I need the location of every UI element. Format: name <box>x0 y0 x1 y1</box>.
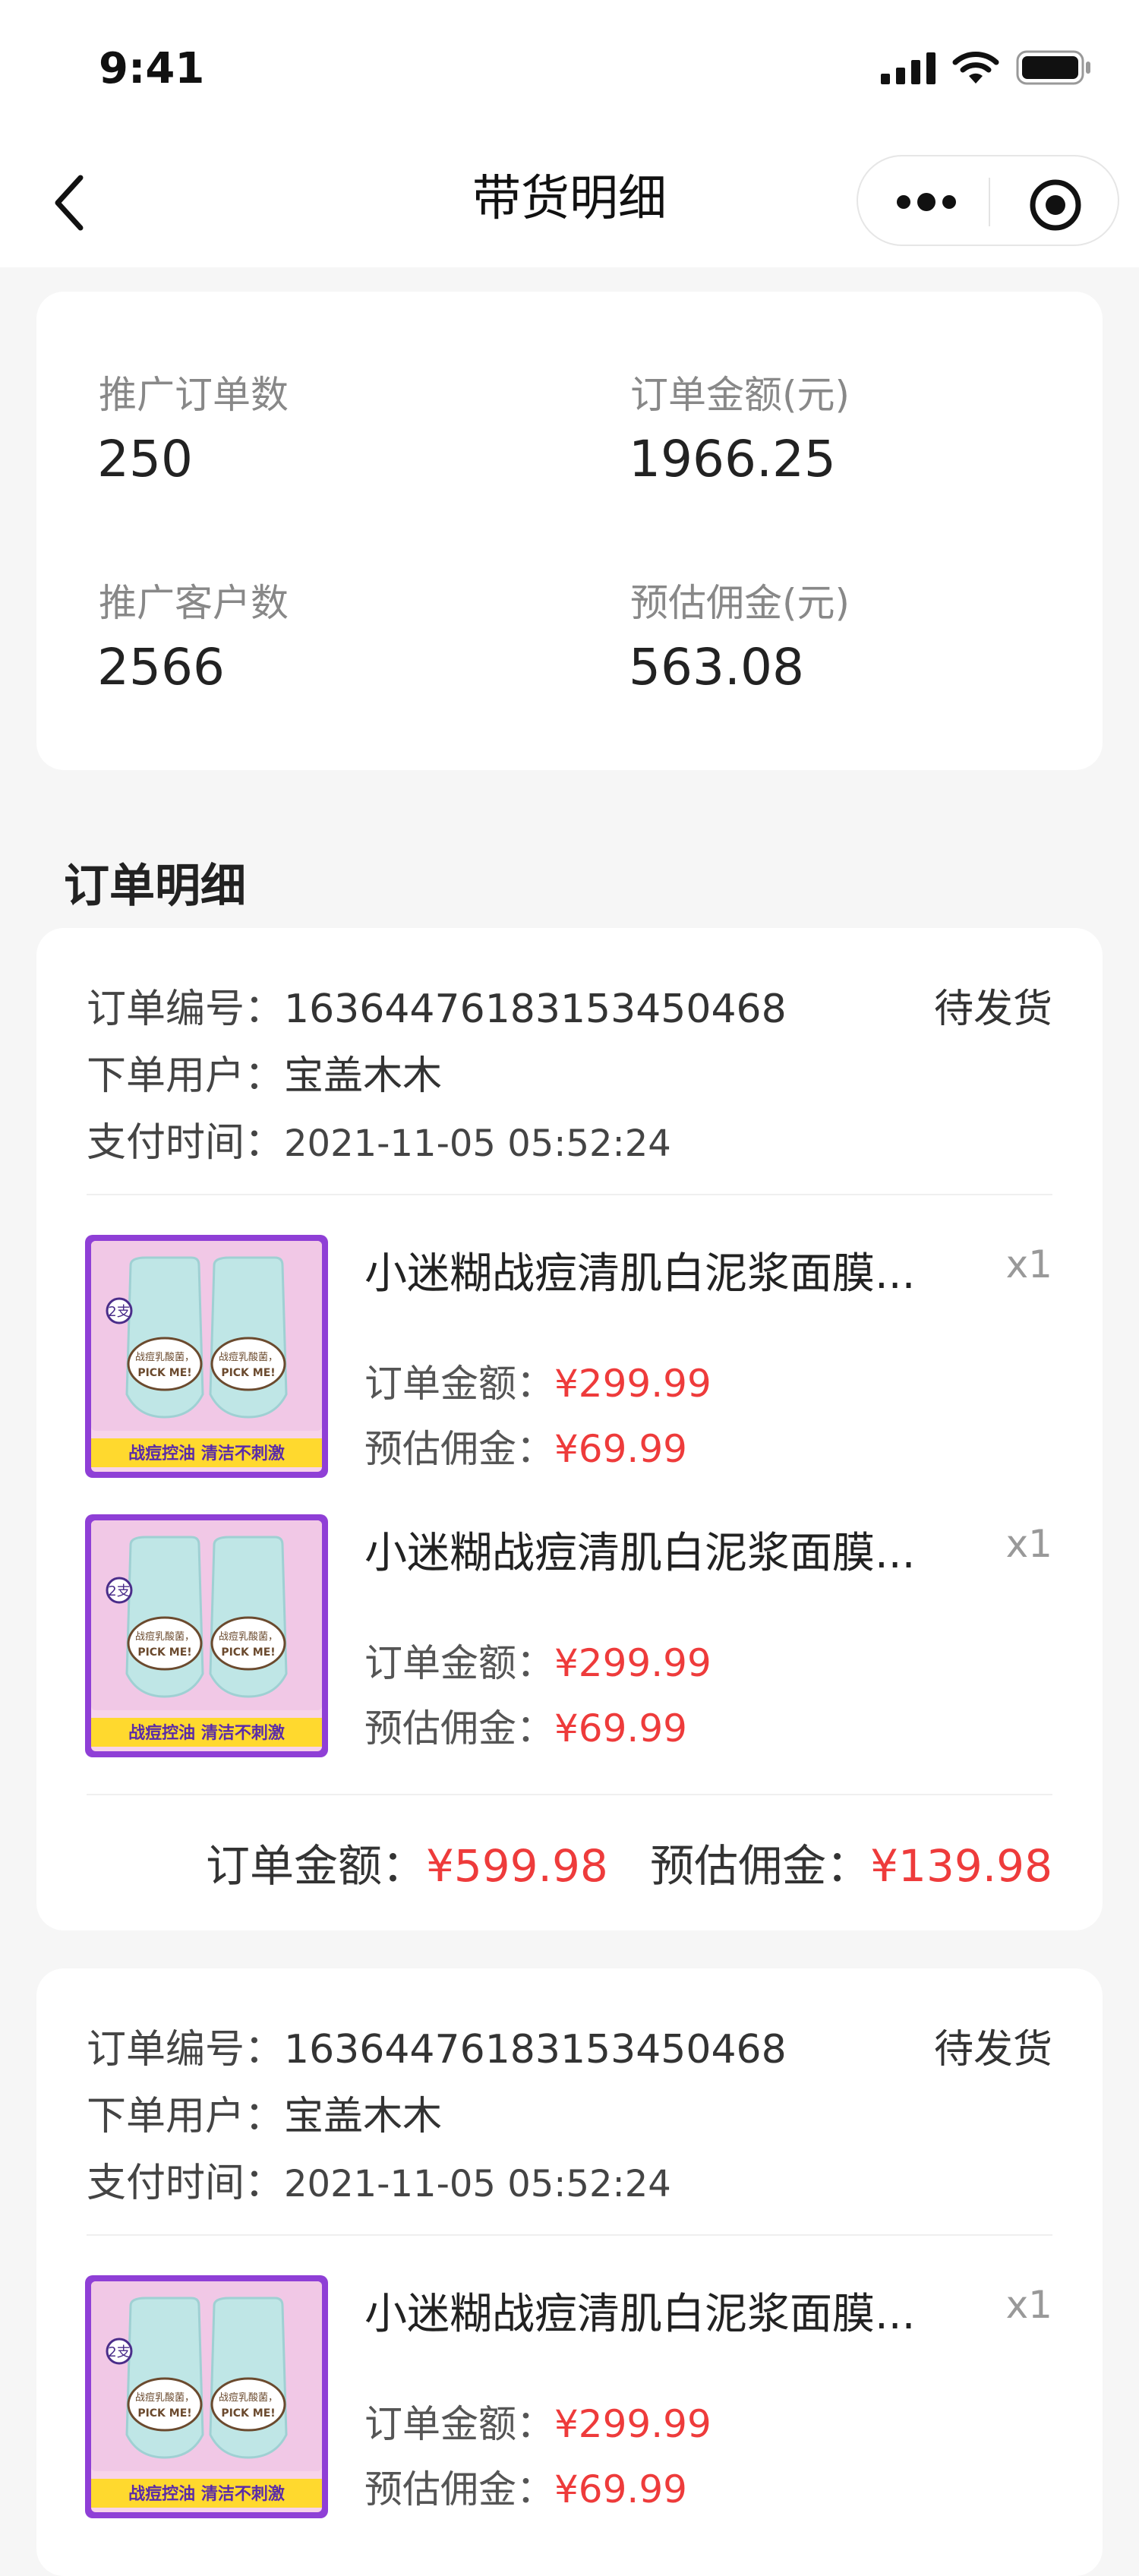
banner-text: 战痘控油 清洁不刺激 <box>128 1444 285 1463</box>
item-commission-value: ¥69.99 <box>554 1706 687 1750</box>
mini-program-capsule <box>857 155 1119 246</box>
item-amount-label: 订单金额： <box>364 1362 554 1406</box>
product-name[interactable]: 小迷糊战痘清肌白泥浆面膜... <box>364 2280 987 2341</box>
product-quantity: x1 <box>1005 1522 1052 1566</box>
order-number-value: 16364476183153450468 <box>284 2027 787 2072</box>
pay-time-label: 支付时间： <box>87 2161 285 2206</box>
item-amount-row: 订单金额：¥299.99 <box>364 1353 711 1408</box>
item-commission-row: 预估佣金：¥69.99 <box>364 2459 687 2514</box>
bubble-text-3: 战痘乳酸菌， <box>219 1631 278 1643</box>
bubble-text-4: PICK ME! <box>221 1646 275 1659</box>
stat-customers-label: 推广客户数 <box>99 581 289 625</box>
product-image-art: 2支 战痘乳酸菌， PICK ME! 战痘乳酸菌， PICK ME! 战痘控油 … <box>85 2275 328 2518</box>
product-name[interactable]: 小迷糊战痘清肌白泥浆面膜... <box>364 1239 987 1301</box>
stat-customers-value: 2566 <box>97 638 225 696</box>
item-amount-row: 订单金额：¥299.99 <box>364 2394 711 2448</box>
item-amount-row: 订单金额：¥299.99 <box>364 1633 711 1687</box>
badge-text: 2支 <box>108 2344 130 2360</box>
order-pay-time-row: 支付时间：2021-11-05 05:52:24 <box>87 1110 671 1167</box>
more-icon[interactable] <box>896 184 957 220</box>
item-amount-label: 订单金额： <box>364 1641 554 1685</box>
item-amount-value: ¥299.99 <box>554 2402 711 2446</box>
close-target-icon[interactable] <box>1028 178 1083 232</box>
product-image[interactable]: 2支 战痘乳酸菌， PICK ME! 战痘乳酸菌， PICK ME! 战痘控油 … <box>85 1235 328 1478</box>
stat-commission-label: 预估佣金(元) <box>630 581 850 625</box>
bubble-text-1: 战痘乳酸菌， <box>135 2392 194 2404</box>
order-user-value: 宝盖木木 <box>284 1053 443 1099</box>
status-time: 9:41 <box>99 44 205 93</box>
item-commission-label: 预估佣金： <box>364 2467 554 2511</box>
bubble-text-4: PICK ME! <box>221 2407 275 2420</box>
bubble-text-2: PICK ME! <box>137 1646 191 1659</box>
bubble-text-1: 战痘乳酸菌， <box>135 1631 194 1643</box>
bubble-text-2: PICK ME! <box>137 1367 191 1379</box>
bubble-text-3: 战痘乳酸菌， <box>219 1352 278 1363</box>
divider <box>87 2234 1052 2236</box>
stat-commission-value: 563.08 <box>629 638 804 696</box>
order-status: 待发货 <box>933 987 1052 1032</box>
item-amount-label: 订单金额： <box>364 2402 554 2446</box>
product-image-art: 2支 战痘乳酸菌， PICK ME! 战痘乳酸菌， PICK ME! 战痘控油 … <box>85 1235 328 1478</box>
top-bar: 9:41 带货明细 <box>0 0 1139 267</box>
order-user-label: 下单用户： <box>87 2094 285 2139</box>
battery-icon <box>1016 50 1090 85</box>
pay-time-value: 2021-11-05 05:52:24 <box>284 2163 671 2205</box>
order-user-label: 下单用户： <box>87 1053 285 1099</box>
bubble-text-4: PICK ME! <box>221 1367 275 1379</box>
item-commission-row: 预估佣金：¥69.99 <box>364 1698 687 1753</box>
banner-text: 战痘控油 清洁不刺激 <box>128 1723 285 1743</box>
stat-orders-label: 推广订单数 <box>99 373 289 417</box>
item-amount-value: ¥299.99 <box>554 1362 711 1406</box>
section-title: 订单明细 <box>64 860 246 913</box>
bubble-text-2: PICK ME! <box>137 2407 191 2420</box>
order-status: 待发货 <box>933 2027 1052 2072</box>
badge-text: 2支 <box>108 1583 130 1599</box>
product-quantity: x1 <box>1005 1242 1052 1286</box>
order-number-value: 1636447618315345046​8 <box>284 987 787 1032</box>
pay-time-label: 支付时间： <box>87 1120 285 1166</box>
capsule-divider <box>989 178 990 226</box>
product-image[interactable]: 2支 战痘乳酸菌， PICK ME! 战痘乳酸菌， PICK ME! 战痘控油 … <box>85 2275 328 2518</box>
bubble-text-1: 战痘乳酸菌， <box>135 1352 194 1363</box>
total-amount-label: 订单金额： <box>205 1840 426 1892</box>
item-commission-value: ¥69.99 <box>554 1427 687 1471</box>
banner-text: 战痘控油 清洁不刺激 <box>128 2484 285 2504</box>
order-user-row: 下单用户：宝盖木木 <box>87 1043 442 1100</box>
order-number-row: 订单编号：16364476183153450468 <box>87 2017 787 2074</box>
status-icons <box>881 50 1092 85</box>
order-user-row: 下单用户：宝盖木木 <box>87 2084 442 2141</box>
stat-amount-label: 订单金额(元) <box>630 373 850 417</box>
total-amount-value: ¥599.98 <box>425 1840 608 1892</box>
order-user-value: 宝盖木木 <box>284 2094 443 2139</box>
total-commission-label: 预估佣金： <box>650 1840 871 1892</box>
stat-orders-value: 250 <box>97 430 193 488</box>
item-amount-value: ¥299.99 <box>554 1641 711 1685</box>
divider <box>87 1794 1052 1795</box>
divider <box>87 1194 1052 1195</box>
product-name[interactable]: 小迷糊战痘清肌白泥浆面膜... <box>364 1519 987 1580</box>
order-number-row: 订单编号：1636447618315345046​8 <box>87 977 787 1034</box>
order-number-label: 订单编号： <box>87 2027 285 2072</box>
stat-amount-value: 1966.25 <box>629 430 836 488</box>
total-commission-value: ¥139.98 <box>870 1840 1052 1892</box>
order-card[interactable]: 订单编号：16364476183153450468 待发货 下单用户：宝盖木木 … <box>36 1968 1103 2576</box>
product-quantity: x1 <box>1005 2283 1052 2327</box>
product-image-art: 2支 战痘乳酸菌， PICK ME! 战痘乳酸菌， PICK ME! 战痘控油 … <box>85 1514 328 1757</box>
badge-text: 2支 <box>108 1304 130 1320</box>
item-commission-value: ¥69.99 <box>554 2467 687 2511</box>
wifi-icon <box>952 52 999 84</box>
signal-icon <box>881 52 935 84</box>
order-pay-time-row: 支付时间：2021-11-05 05:52:24 <box>87 2151 671 2208</box>
item-commission-label: 预估佣金： <box>364 1706 554 1750</box>
bubble-text-3: 战痘乳酸菌， <box>219 2392 278 2404</box>
order-total-row: 订单金额：¥599.98 预估佣金：¥139.98 <box>206 1830 1052 1894</box>
item-commission-label: 预估佣金： <box>364 1427 554 1471</box>
order-number-label: 订单编号： <box>87 987 285 1032</box>
stats-card: 推广订单数 250 订单金额(元) 1966.25 推广客户数 2566 预估佣… <box>36 292 1103 770</box>
order-card[interactable]: 订单编号：1636447618315345046​8 待发货 下单用户：宝盖木木… <box>36 928 1103 1930</box>
pay-time-value: 2021-11-05 05:52:24 <box>284 1122 671 1165</box>
product-image[interactable]: 2支 战痘乳酸菌， PICK ME! 战痘乳酸菌， PICK ME! 战痘控油 … <box>85 1514 328 1757</box>
item-commission-row: 预估佣金：¥69.99 <box>364 1419 687 1473</box>
